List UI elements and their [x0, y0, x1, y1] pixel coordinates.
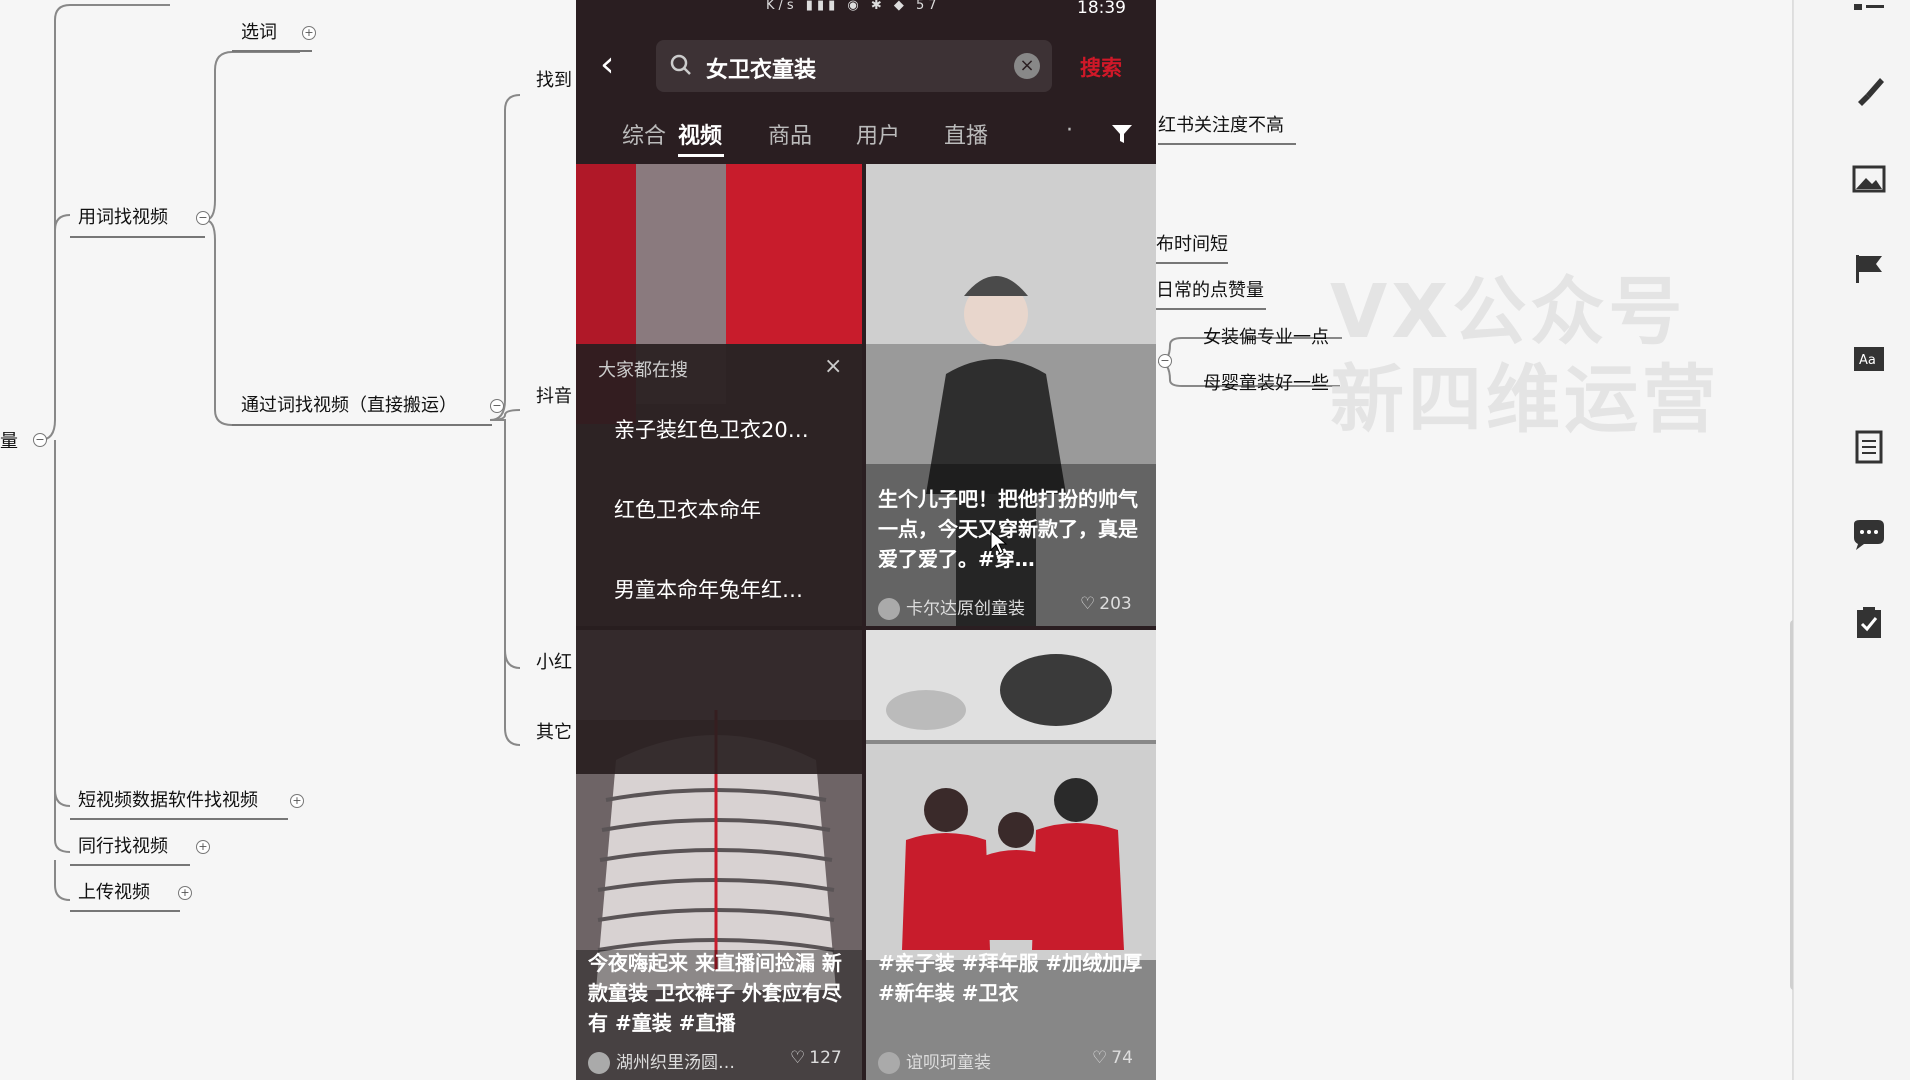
close-icon[interactable]: ×: [824, 354, 842, 379]
node-underline: [1158, 143, 1296, 145]
node-douyin[interactable]: 抖音: [536, 386, 572, 408]
suggestion-item[interactable]: 亲子装红色卫衣20…: [614, 414, 809, 444]
author-name: 卡尔达原创童装: [906, 599, 1025, 619]
watermark: VX公众号 新四维运营: [1330, 268, 1720, 444]
node-underline: [1156, 262, 1228, 264]
video-author[interactable]: 卡尔达原创童装: [878, 594, 1025, 620]
status-bar: K/s ▮▮▮ ◉ ✱ ◆ 57 18:39: [576, 0, 1156, 22]
author-name: 谊呗珂童装: [906, 1053, 991, 1073]
like-count[interactable]: ♡ 74: [1092, 1048, 1133, 1068]
node-qita[interactable]: 其它: [536, 722, 572, 744]
outline-icon[interactable]: [1852, 0, 1886, 34]
like-number: 127: [809, 1048, 842, 1068]
node-shangchuan[interactable]: 上传视频: [78, 882, 150, 904]
search-icon: [670, 54, 691, 75]
like-number: 203: [1099, 594, 1132, 614]
node-xiaohong[interactable]: 小红: [536, 652, 572, 674]
tab-more[interactable]: ·: [1066, 118, 1073, 143]
node-nvzhuang[interactable]: 女装偏专业一点: [1203, 327, 1329, 349]
node-muying[interactable]: 母婴童装好一些: [1203, 373, 1329, 395]
status-icons: K/s ▮▮▮ ◉ ✱ ◆ 57: [766, 0, 941, 13]
search-row: ‹ 女卫衣童装 × 搜索: [576, 40, 1156, 94]
active-tab-indicator: [678, 154, 724, 157]
tab-live[interactable]: 直播: [944, 118, 988, 150]
image-icon[interactable]: [1852, 162, 1886, 196]
node-yongci[interactable]: 用词找视频: [78, 207, 168, 229]
collapse-icon[interactable]: −: [490, 399, 504, 413]
clear-icon[interactable]: ×: [1014, 53, 1040, 79]
node-shijian[interactable]: 布时间短: [1156, 234, 1228, 256]
back-button[interactable]: ‹: [600, 47, 636, 84]
avatar: [878, 598, 900, 620]
like-count[interactable]: ♡ 127: [790, 1048, 842, 1068]
node-underline: [70, 236, 205, 238]
right-toolbar: Aa: [1793, 0, 1910, 1080]
phone-screen: K/s ▮▮▮ ◉ ✱ ◆ 57 18:39 ‹ 女卫衣童装 × 搜索 综合 视…: [576, 0, 1156, 1080]
tab-video[interactable]: 视频: [678, 118, 722, 150]
expand-icon[interactable]: +: [196, 840, 210, 854]
node-tongguo[interactable]: 通过词找视频（直接搬运）: [241, 395, 457, 417]
node-duanshipin[interactable]: 短视频数据软件找视频: [78, 790, 258, 812]
brush-icon[interactable]: [1852, 74, 1886, 108]
video-caption: 生个儿子吧！把他打扮的帅气一点，今天又穿新款了，真是爱了爱了。#穿…: [878, 487, 1138, 571]
filter-icon[interactable]: [1110, 122, 1134, 146]
expand-icon[interactable]: +: [290, 794, 304, 808]
video-grid: 生个儿子吧！把他打扮的帅气一点，今天又穿新款了，真是爱了爱了。#穿… 卡尔达原创…: [576, 164, 1156, 1080]
node-dianzan[interactable]: 日常的点赞量: [1156, 280, 1264, 302]
video-thumbnail: [866, 630, 1156, 1080]
node-zhaodao[interactable]: 找到: [536, 70, 572, 92]
task-icon[interactable]: [1852, 606, 1886, 640]
video-caption: #亲子装 #拜年服 #加绒加厚 #新年装 #卫衣: [878, 951, 1143, 1005]
mouse-cursor-icon: [990, 530, 1008, 555]
node-underline: [232, 424, 492, 426]
status-time: 18:39: [1077, 0, 1126, 18]
suggestion-item[interactable]: 红色卫衣本命年: [614, 494, 761, 524]
tab-users[interactable]: 用户: [856, 118, 900, 150]
collapse-icon[interactable]: −: [33, 433, 47, 447]
node-underline: [70, 910, 180, 912]
avatar: [878, 1052, 900, 1074]
suggestions-title: 大家都在搜: [598, 360, 688, 381]
text-style-icon[interactable]: Aa: [1852, 342, 1886, 376]
node-underline: [70, 818, 288, 820]
watermark-line: VX公众号: [1330, 269, 1687, 355]
author-name: 湖州织里汤圆…: [616, 1053, 735, 1073]
node-underline: [232, 50, 312, 52]
collapse-icon[interactable]: −: [196, 211, 210, 225]
search-suggestions-panel: 大家都在搜 × 亲子装红色卫衣20… 红色卫衣本命年 男童本命年兔年红…: [576, 344, 862, 774]
collapse-icon[interactable]: −: [1158, 354, 1172, 368]
node-underline: [70, 864, 190, 866]
search-input[interactable]: 女卫衣童装 ×: [656, 40, 1052, 92]
expand-icon[interactable]: +: [178, 886, 192, 900]
avatar: [588, 1052, 610, 1074]
suggestion-item[interactable]: 男童本命年兔年红…: [614, 574, 803, 604]
video-author[interactable]: 谊呗珂童装: [878, 1048, 991, 1074]
like-count[interactable]: ♡ 203: [1080, 594, 1132, 614]
node-hongshu[interactable]: 红书关注度不高: [1158, 115, 1284, 137]
svg-text:Aa: Aa: [1859, 353, 1876, 368]
flag-icon[interactable]: [1852, 252, 1886, 286]
note-icon[interactable]: [1852, 430, 1886, 464]
mindmap-root-node[interactable]: 量: [0, 431, 18, 453]
heart-icon: ♡: [790, 1048, 806, 1068]
node-underline: [1156, 308, 1266, 310]
tab-goods[interactable]: 商品: [768, 118, 812, 150]
node-tonghang[interactable]: 同行找视频: [78, 836, 168, 858]
tab-zonghe[interactable]: 综合: [622, 118, 666, 150]
video-author[interactable]: 湖州织里汤圆…: [588, 1048, 735, 1074]
search-query[interactable]: 女卫衣童装: [706, 52, 816, 84]
tab-bar: 综合 视频 商品 用户 直播 ·: [576, 112, 1156, 160]
watermark-line: 新四维运营: [1330, 357, 1720, 443]
video-caption: 今夜嗨起来 来直播间捡漏 新款童装 卫衣裤子 外套应有尽有 #童装 #直播: [588, 951, 842, 1035]
search-button[interactable]: 搜索: [1080, 52, 1122, 82]
heart-icon: ♡: [1080, 594, 1096, 614]
expand-icon[interactable]: +: [302, 26, 316, 40]
comment-icon[interactable]: [1852, 518, 1886, 552]
heart-icon: ♡: [1092, 1048, 1108, 1068]
video-card[interactable]: 生个儿子吧！把他打扮的帅气一点，今天又穿新款了，真是爱了爱了。#穿… 卡尔达原创…: [866, 164, 1156, 626]
like-number: 74: [1111, 1048, 1133, 1068]
node-xuanci[interactable]: 选词: [241, 22, 277, 44]
video-card[interactable]: #亲子装 #拜年服 #加绒加厚 #新年装 #卫衣 谊呗珂童装 ♡ 74: [866, 630, 1156, 1080]
